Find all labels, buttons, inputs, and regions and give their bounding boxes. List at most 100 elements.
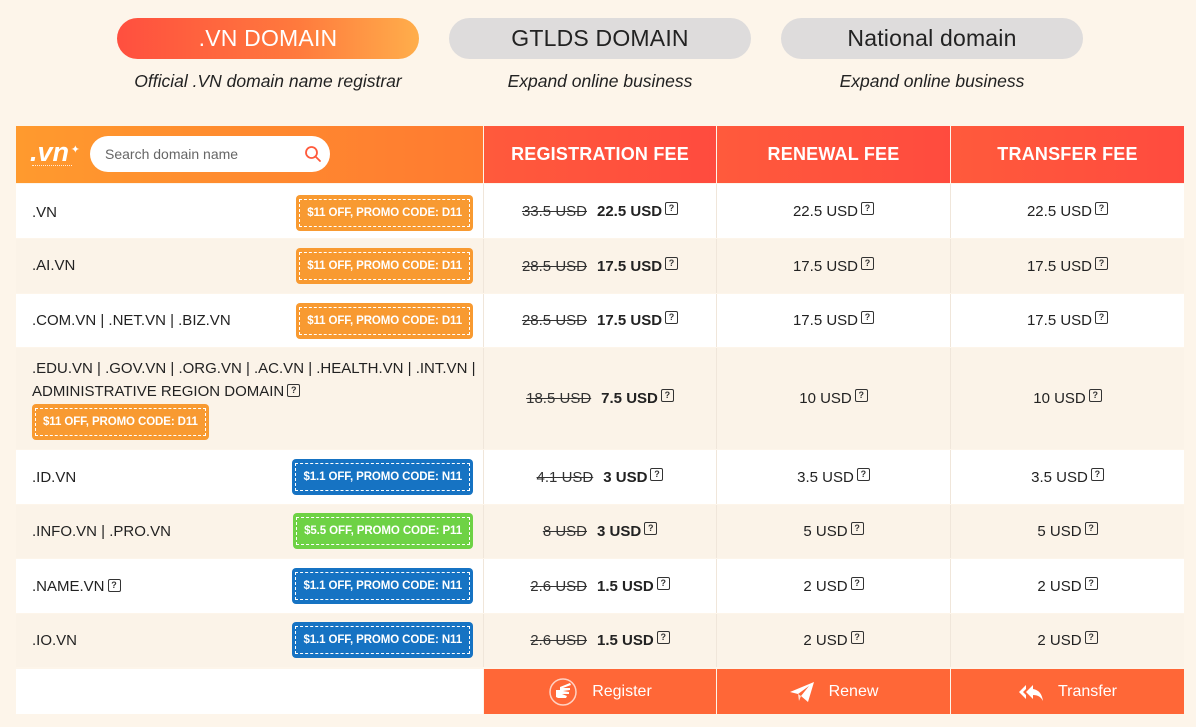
help-icon[interactable]: ? bbox=[660, 389, 674, 402]
promo-text: $11 OFF, PROMO CODE: D11 bbox=[299, 307, 470, 335]
renewal-fee-cell: 5 USD? bbox=[716, 505, 950, 558]
help-icon[interactable]: ? bbox=[665, 311, 679, 324]
old-price: 2.6 USD bbox=[530, 632, 587, 649]
help-icon[interactable]: ? bbox=[1095, 311, 1109, 324]
renew-button[interactable]: Renew bbox=[716, 669, 950, 714]
registration-fee-cell: 28.5 USD 17.5 USD? bbox=[483, 239, 716, 293]
transfer-price: 2 USD bbox=[1037, 632, 1082, 649]
domain-name: .COM.VN | .NET.VN | .BIZ.VN bbox=[32, 312, 231, 329]
help-icon[interactable]: ? bbox=[1095, 256, 1109, 270]
renewal-price: 2 USD bbox=[803, 577, 848, 595]
new-price: 1.5 USD bbox=[597, 632, 654, 649]
renewal-fee-cell: 2 USD? bbox=[716, 614, 950, 667]
transfer-fee-cell: 2 USD? bbox=[950, 614, 1184, 667]
search-input[interactable] bbox=[105, 146, 295, 162]
help-icon[interactable]: ? bbox=[656, 576, 670, 590]
new-price: 3 USD bbox=[603, 468, 648, 486]
promo-text: $11 OFF, PROMO CODE: D11 bbox=[35, 408, 206, 436]
renewal-price: 17.5 USD bbox=[792, 257, 859, 275]
help-icon[interactable]: ? bbox=[1090, 467, 1104, 481]
register-button[interactable]: Register bbox=[483, 669, 716, 714]
help-icon[interactable]: ? bbox=[861, 256, 875, 270]
tab-national-domain-wrap: National domain Expand online business bbox=[781, 18, 1083, 92]
transfer-price: 17.5 USD bbox=[1026, 257, 1093, 275]
promo-text: $1.1 OFF, PROMO CODE: N11 bbox=[295, 626, 470, 654]
transfer-fee-cell: 17.5 USD? bbox=[950, 239, 1184, 293]
domain-name: .INFO.VN | .PRO.VN bbox=[32, 523, 171, 540]
header-registration-fee: REGISTRATION FEE bbox=[483, 126, 716, 183]
help-icon[interactable]: ? bbox=[644, 522, 658, 535]
old-price: 33.5 USD bbox=[521, 202, 587, 220]
help-icon[interactable]: ? bbox=[650, 467, 664, 481]
promo-badge[interactable]: $1.1 OFF, PROMO CODE: N11 bbox=[292, 459, 473, 495]
domain-name: .IO.VN bbox=[32, 632, 78, 649]
help-icon[interactable]: ? bbox=[854, 389, 868, 402]
help-icon[interactable]: ? bbox=[1095, 201, 1109, 215]
new-price: 22.5 USD bbox=[597, 202, 663, 220]
registration-fee-cell: 8 USD 3 USD? bbox=[483, 505, 716, 558]
domain-name-cell: .ID.VN $1.1 OFF, PROMO CODE: N11 bbox=[16, 450, 483, 504]
vn-logo-text: .vn bbox=[30, 137, 70, 167]
header-renewal-fee: RENEWAL FEE bbox=[716, 126, 950, 183]
registration-fee-cell: 33.5 USD 22.5 USD? bbox=[483, 184, 716, 238]
help-icon[interactable]: ? bbox=[1084, 631, 1098, 644]
promo-badge[interactable]: $11 OFF, PROMO CODE: D11 bbox=[296, 303, 473, 339]
table-header: .vn ✦ REGISTRATION FEE RENEWAL FEE TRANS… bbox=[16, 126, 1184, 183]
registration-fee-cell: 18.5 USD 7.5 USD? bbox=[483, 348, 716, 449]
logo-underline bbox=[32, 165, 72, 168]
domain-name-cell: .IO.VN $1.1 OFF, PROMO CODE: N11 bbox=[16, 614, 483, 667]
new-price: 7.5 USD bbox=[601, 390, 658, 407]
transfer-fee-cell: 10 USD? bbox=[950, 348, 1184, 449]
search-icon[interactable] bbox=[304, 145, 322, 163]
domain-name-wrap: .NAME.VN? bbox=[32, 578, 121, 595]
promo-badge[interactable]: $11 OFF, PROMO CODE: D11 bbox=[296, 195, 473, 231]
help-icon[interactable]: ? bbox=[107, 579, 121, 592]
promo-badge[interactable]: $5.5 OFF, PROMO CODE: P11 bbox=[293, 513, 473, 549]
domain-name-cell: .AI.VN $11 OFF, PROMO CODE: D11 bbox=[16, 239, 483, 293]
renewal-price: 3.5 USD bbox=[797, 468, 854, 486]
tab-national-domain[interactable]: National domain bbox=[781, 18, 1083, 59]
promo-badge[interactable]: $1.1 OFF, PROMO CODE: N11 bbox=[292, 568, 473, 604]
tab-vn-domain[interactable]: .VN DOMAIN bbox=[117, 18, 419, 59]
paper-plane-icon bbox=[789, 681, 814, 702]
search-box bbox=[90, 136, 330, 172]
help-icon[interactable]: ? bbox=[656, 631, 670, 644]
help-icon[interactable]: ? bbox=[1084, 522, 1098, 535]
tab-gtlds-domain[interactable]: GTLDS DOMAIN bbox=[449, 18, 751, 59]
help-icon[interactable]: ? bbox=[850, 576, 864, 590]
transfer-label: Transfer bbox=[1058, 682, 1117, 700]
transfer-price: 2 USD bbox=[1037, 577, 1082, 595]
renewal-fee-cell: 3.5 USD? bbox=[716, 450, 950, 504]
help-icon[interactable]: ? bbox=[665, 256, 679, 270]
help-icon[interactable]: ? bbox=[856, 467, 870, 481]
promo-text: $11 OFF, PROMO CODE: D11 bbox=[299, 252, 470, 280]
star-icon: ✦ bbox=[70, 144, 80, 156]
help-icon[interactable]: ? bbox=[861, 311, 875, 324]
help-icon[interactable]: ? bbox=[1084, 576, 1098, 590]
transfer-fee-cell: 2 USD? bbox=[950, 559, 1184, 613]
promo-badge[interactable]: $1.1 OFF, PROMO CODE: N11 bbox=[292, 622, 473, 658]
transfer-price: 17.5 USD bbox=[1026, 312, 1093, 329]
table-row: .NAME.VN? $1.1 OFF, PROMO CODE: N11 2.6 … bbox=[16, 558, 1184, 613]
domain-name: .VN bbox=[32, 204, 58, 221]
new-price: 17.5 USD bbox=[597, 257, 663, 275]
promo-badge[interactable]: $11 OFF, PROMO CODE: D11 bbox=[32, 404, 209, 440]
domain-name-line1: .EDU.VN | .GOV.VN | .ORG.VN | .AC.VN | .… bbox=[32, 360, 476, 377]
help-icon[interactable]: ? bbox=[850, 522, 864, 535]
table-row: .INFO.VN | .PRO.VN $5.5 OFF, PROMO CODE:… bbox=[16, 504, 1184, 558]
table-row: .AI.VN $11 OFF, PROMO CODE: D11 28.5 USD… bbox=[16, 238, 1184, 293]
header-search-area: .vn ✦ bbox=[16, 126, 483, 183]
renewal-price: 2 USD bbox=[803, 632, 848, 649]
promo-text: $11 OFF, PROMO CODE: D11 bbox=[299, 199, 470, 227]
domain-name-line2-wrap: ADMINISTRATIVE REGION DOMAIN? bbox=[32, 383, 301, 400]
promo-badge[interactable]: $11 OFF, PROMO CODE: D11 bbox=[296, 248, 473, 284]
transfer-button[interactable]: Transfer bbox=[950, 669, 1184, 714]
transfer-price: 5 USD bbox=[1037, 523, 1082, 540]
table-row: .EDU.VN | .GOV.VN | .ORG.VN | .AC.VN | .… bbox=[16, 347, 1184, 449]
renewal-fee-cell: 10 USD? bbox=[716, 348, 950, 449]
help-icon[interactable]: ? bbox=[287, 384, 301, 397]
help-icon[interactable]: ? bbox=[850, 631, 864, 644]
help-icon[interactable]: ? bbox=[861, 201, 875, 215]
help-icon[interactable]: ? bbox=[1088, 389, 1102, 402]
help-icon[interactable]: ? bbox=[665, 201, 679, 215]
